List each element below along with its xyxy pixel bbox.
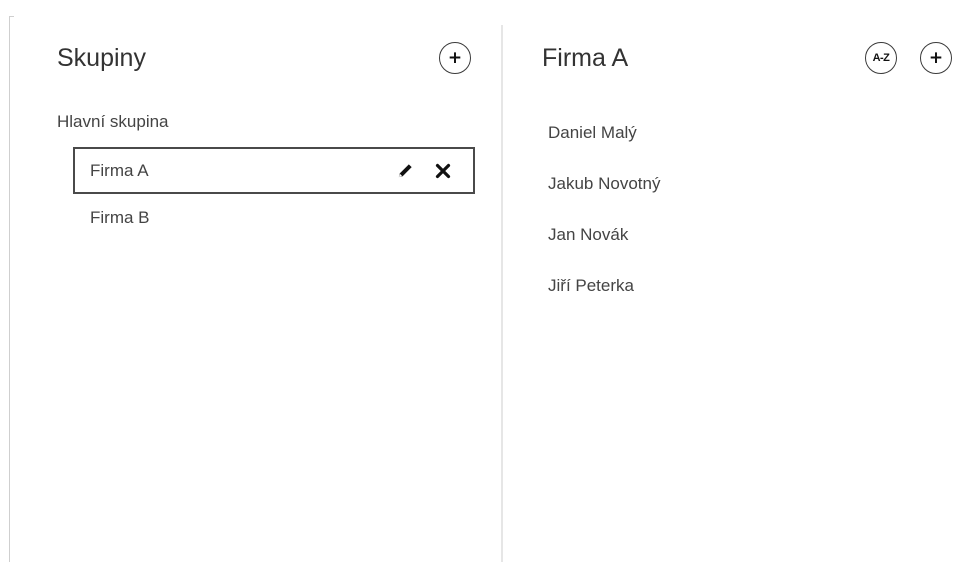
list-item[interactable]: Jakub Novotný <box>548 158 660 209</box>
add-group-button[interactable]: + <box>439 42 471 74</box>
pencil-icon[interactable] <box>395 161 415 181</box>
group-item-actions <box>395 161 453 181</box>
group-item-firma-b[interactable]: Firma B <box>73 194 475 241</box>
list-item[interactable]: Jan Novák <box>548 209 660 260</box>
add-member-button[interactable]: + <box>920 42 952 74</box>
close-icon[interactable] <box>433 161 453 181</box>
group-item-label: Firma A <box>90 160 149 180</box>
list-item[interactable]: Daniel Malý <box>548 107 660 158</box>
panel-divider <box>501 25 503 562</box>
root-group-label[interactable]: Hlavní skupina <box>57 112 169 132</box>
group-list: Firma A Firma B <box>73 147 475 241</box>
members-panel-title: Firma A <box>542 44 629 72</box>
sort-az-label: A-Z <box>872 52 890 64</box>
panel-frame-edge <box>9 16 14 562</box>
groups-panel-title: Skupiny <box>57 44 146 72</box>
list-item[interactable]: Jiří Peterka <box>548 260 660 311</box>
plus-icon: + <box>447 47 463 68</box>
group-item-label: Firma B <box>90 207 150 227</box>
group-item-firma-a[interactable]: Firma A <box>73 147 475 194</box>
plus-icon: + <box>928 47 944 68</box>
member-list: Daniel Malý Jakub Novotný Jan Novák Jiří… <box>548 107 660 311</box>
sort-az-button[interactable]: A-Z <box>865 42 897 74</box>
